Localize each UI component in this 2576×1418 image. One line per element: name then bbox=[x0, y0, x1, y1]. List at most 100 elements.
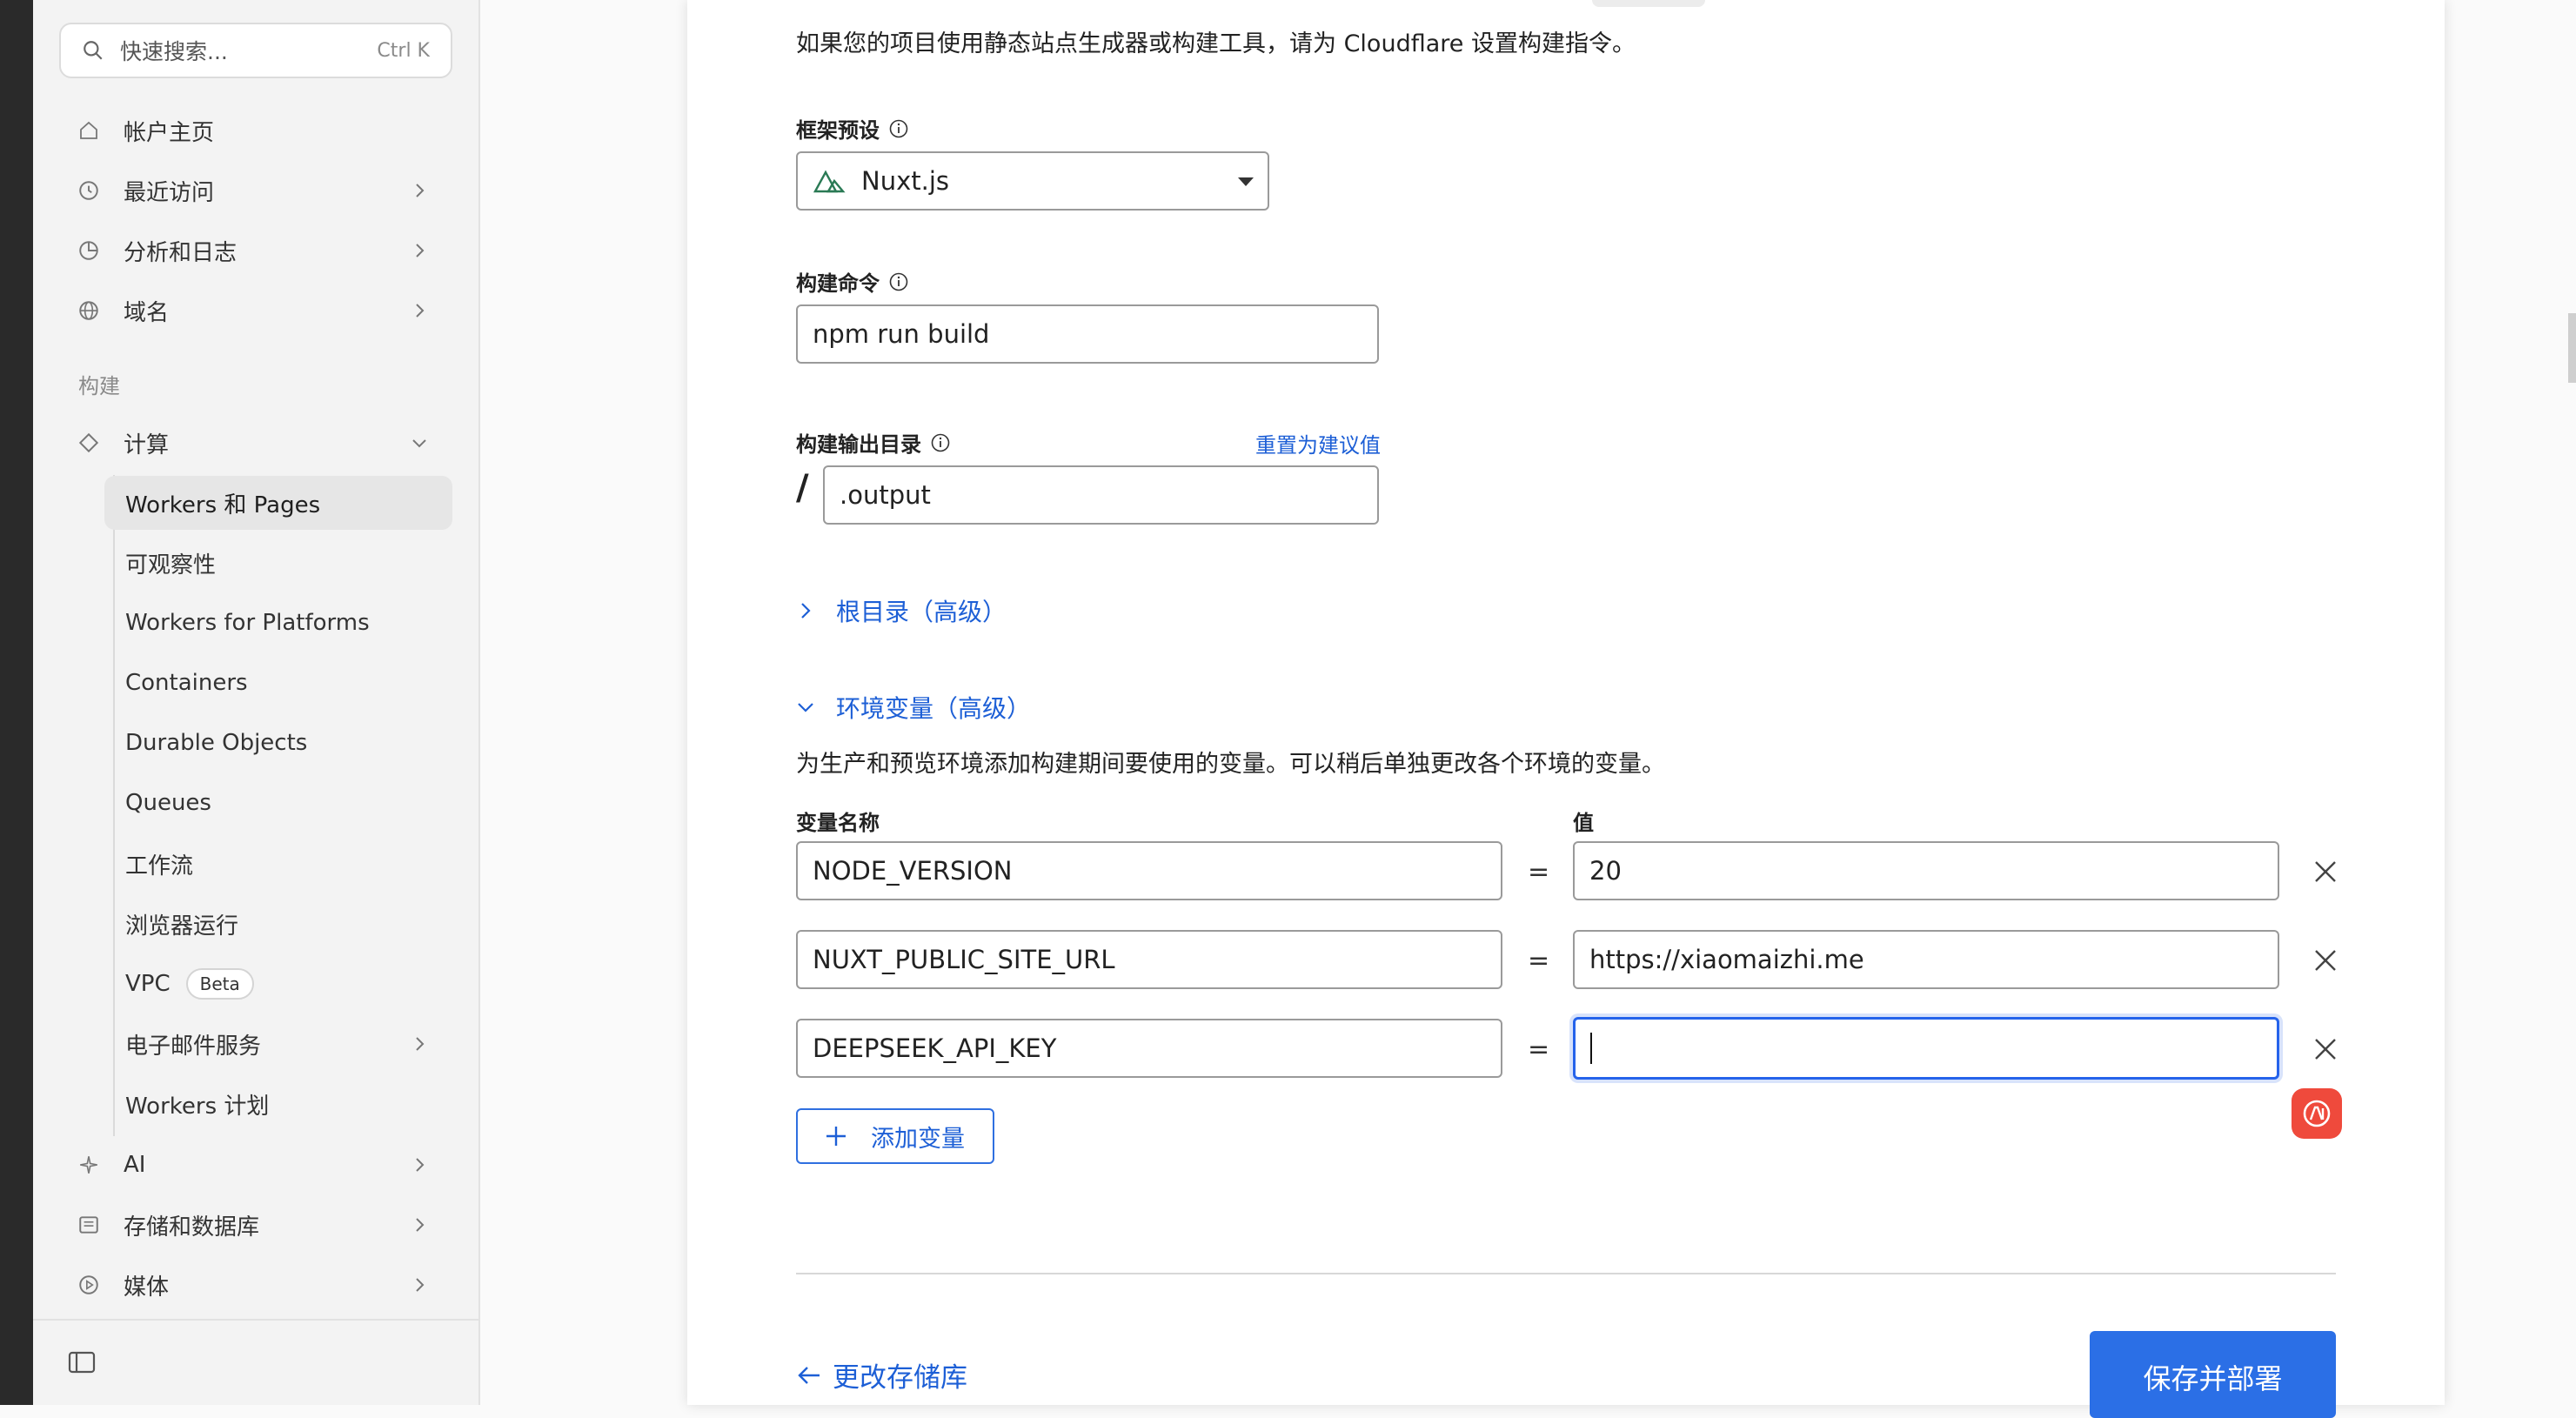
text-caret bbox=[1590, 1033, 1592, 1064]
chevron-right-icon bbox=[416, 1278, 425, 1292]
sidebar-item-label: 域名 bbox=[124, 299, 170, 326]
remove-variable-icon[interactable] bbox=[2310, 945, 2341, 976]
chevron-right-icon bbox=[416, 1218, 425, 1232]
sidebar-item-storage[interactable]: 存储和数据库 bbox=[59, 1199, 452, 1251]
search-placeholder: 快速搜索... bbox=[120, 39, 228, 64]
env-value-input[interactable]: https://xiaomaizhi.me bbox=[1573, 930, 2279, 989]
sidebar-item-account-home[interactable]: 帐户主页 bbox=[59, 104, 452, 157]
sidebar-toggle-icon[interactable] bbox=[68, 1350, 96, 1375]
output-dir-label-text: 构建输出目录 bbox=[796, 432, 921, 457]
save-and-deploy-button[interactable]: 保存并部署 bbox=[2090, 1331, 2336, 1418]
change-repo-label: 更改存储库 bbox=[833, 1362, 967, 1394]
sidebar-item-queues[interactable]: Queues bbox=[104, 776, 452, 830]
framework-label-text: 框架预设 bbox=[796, 118, 880, 143]
info-icon[interactable] bbox=[888, 118, 909, 139]
env-value-input-focused[interactable] bbox=[1573, 1017, 2279, 1080]
search-shortcut: Ctrl K bbox=[377, 39, 430, 62]
build-command-label-text: 构建命令 bbox=[796, 271, 880, 296]
build-settings-card: 如果您的项目使用静态站点生成器或构建工具，请为 Cloudflare 设置构建指… bbox=[687, 0, 2445, 1418]
sidebar-item-ai[interactable]: AI bbox=[59, 1139, 452, 1191]
env-value-header: 值 bbox=[1573, 811, 1594, 835]
remove-variable-icon[interactable] bbox=[2310, 1033, 2341, 1065]
build-command-input[interactable]: npm run build bbox=[796, 304, 1379, 364]
framework-select[interactable]: Nuxt.js bbox=[796, 151, 1269, 211]
compute-icon bbox=[77, 431, 101, 455]
build-command-label: 构建命令 bbox=[796, 266, 909, 297]
env-name-input[interactable]: NUXT_PUBLIC_SITE_URL bbox=[796, 930, 1502, 989]
env-name-input[interactable]: NODE_VERSION bbox=[796, 841, 1502, 900]
add-variable-label: 添加变量 bbox=[871, 1125, 965, 1153]
sidebar-item-analytics[interactable]: 分析和日志 bbox=[59, 224, 452, 277]
sidebar-item-observability[interactable]: 可观察性 bbox=[104, 536, 452, 590]
sidebar-divider bbox=[33, 1319, 480, 1321]
sidebar-item-label: 帐户主页 bbox=[124, 119, 215, 146]
sidebar-item-recent[interactable]: 最近访问 bbox=[59, 164, 452, 217]
info-icon[interactable] bbox=[888, 271, 909, 292]
sidebar-item-workers-pages[interactable]: Workers 和 Pages bbox=[104, 476, 452, 530]
env-value-input[interactable]: 20 bbox=[1573, 841, 2279, 900]
sparkle-icon bbox=[77, 1153, 101, 1177]
chevron-right-icon bbox=[416, 1037, 425, 1051]
dropdown-caret-icon bbox=[1238, 177, 1254, 186]
env-name-input[interactable]: DEEPSEEK_API_KEY bbox=[796, 1019, 1502, 1078]
sidebar-item-workers-plans[interactable]: Workers 计划 bbox=[104, 1077, 452, 1131]
sidebar-item-label: 计算 bbox=[124, 431, 170, 458]
history-icon bbox=[77, 178, 101, 203]
add-variable-button[interactable]: 添加变量 bbox=[796, 1108, 994, 1164]
os-edge-bar bbox=[0, 0, 33, 1405]
chart-pie-icon bbox=[77, 238, 101, 263]
reset-suggested-link[interactable]: 重置为建议值 bbox=[1255, 428, 1381, 458]
sidebar-item-email[interactable]: 电子邮件服务 bbox=[104, 1017, 452, 1071]
env-vars-toggle[interactable]: 环境变量（高级） bbox=[796, 690, 1031, 725]
output-dir-prefix: / bbox=[796, 468, 809, 508]
framework-label: 框架预设 bbox=[796, 113, 909, 144]
build-intro-text: 如果您的项目使用静态站点生成器或构建工具，请为 Cloudflare 设置构建指… bbox=[796, 30, 1636, 57]
quick-search[interactable]: 快速搜索... Ctrl K bbox=[59, 23, 452, 78]
sidebar-item-label: 电子邮件服务 bbox=[125, 1033, 262, 1060]
home-icon bbox=[77, 118, 101, 143]
sidebar-item-vpc[interactable]: VPC Beta bbox=[104, 957, 452, 1011]
sidebar-item-label: 最近访问 bbox=[124, 179, 215, 206]
equals-sign: = bbox=[1528, 946, 1550, 976]
chevron-down-icon bbox=[412, 439, 426, 448]
chevron-right-icon bbox=[416, 1158, 425, 1172]
arrow-left-icon bbox=[798, 1366, 820, 1384]
env-name-header: 变量名称 bbox=[796, 811, 880, 835]
sidebar-item-containers[interactable]: Containers bbox=[104, 656, 452, 710]
info-icon[interactable] bbox=[930, 432, 951, 453]
remove-variable-icon[interactable] bbox=[2310, 856, 2341, 887]
sidebar-item-workflows[interactable]: 工作流 bbox=[104, 837, 452, 891]
sidebar-item-label: 媒体 bbox=[124, 1274, 170, 1301]
section-label-build: 构建 bbox=[78, 374, 120, 398]
sidebar-item-workers-for-platforms[interactable]: Workers for Platforms bbox=[104, 596, 452, 650]
output-dir-input[interactable]: .output bbox=[823, 465, 1379, 525]
sidebar-item-domains[interactable]: 域名 bbox=[59, 284, 452, 337]
beta-badge: Beta bbox=[185, 968, 254, 1000]
chevron-right-icon bbox=[801, 603, 811, 619]
output-dir-label: 构建输出目录 bbox=[796, 427, 951, 458]
sidebar-item-label: VPC bbox=[125, 971, 171, 997]
search-icon bbox=[84, 41, 103, 60]
ai-assistant-icon[interactable] bbox=[2292, 1088, 2342, 1139]
media-icon bbox=[77, 1273, 101, 1297]
window-edge-handle bbox=[2568, 313, 2576, 383]
sidebar-item-label: 分析和日志 bbox=[124, 239, 238, 266]
nuxt-logo-icon bbox=[813, 170, 846, 193]
scroll-nub bbox=[1592, 0, 1705, 7]
chevron-right-icon bbox=[416, 184, 425, 197]
sidebar-item-browser-run[interactable]: 浏览器运行 bbox=[104, 897, 452, 951]
env-vars-toggle-label: 环境变量（高级） bbox=[836, 694, 1032, 723]
plus-icon bbox=[826, 1127, 846, 1146]
sidebar-item-label: 存储和数据库 bbox=[124, 1214, 260, 1241]
chevron-down-icon bbox=[798, 703, 813, 712]
sidebar-item-durable-objects[interactable]: Durable Objects bbox=[104, 716, 452, 770]
chevron-right-icon bbox=[416, 244, 425, 258]
sidebar-item-label: AI bbox=[124, 1152, 146, 1178]
root-dir-toggle[interactable]: 根目录（高级） bbox=[796, 593, 1007, 628]
sidebar-item-media[interactable]: 媒体 bbox=[59, 1259, 452, 1311]
equals-sign: = bbox=[1528, 857, 1550, 887]
framework-value: Nuxt.js bbox=[861, 166, 949, 196]
sidebar-item-compute[interactable]: 计算 bbox=[59, 417, 452, 469]
form-divider bbox=[796, 1273, 2336, 1274]
change-repo-link[interactable]: 更改存储库 bbox=[796, 1355, 967, 1395]
